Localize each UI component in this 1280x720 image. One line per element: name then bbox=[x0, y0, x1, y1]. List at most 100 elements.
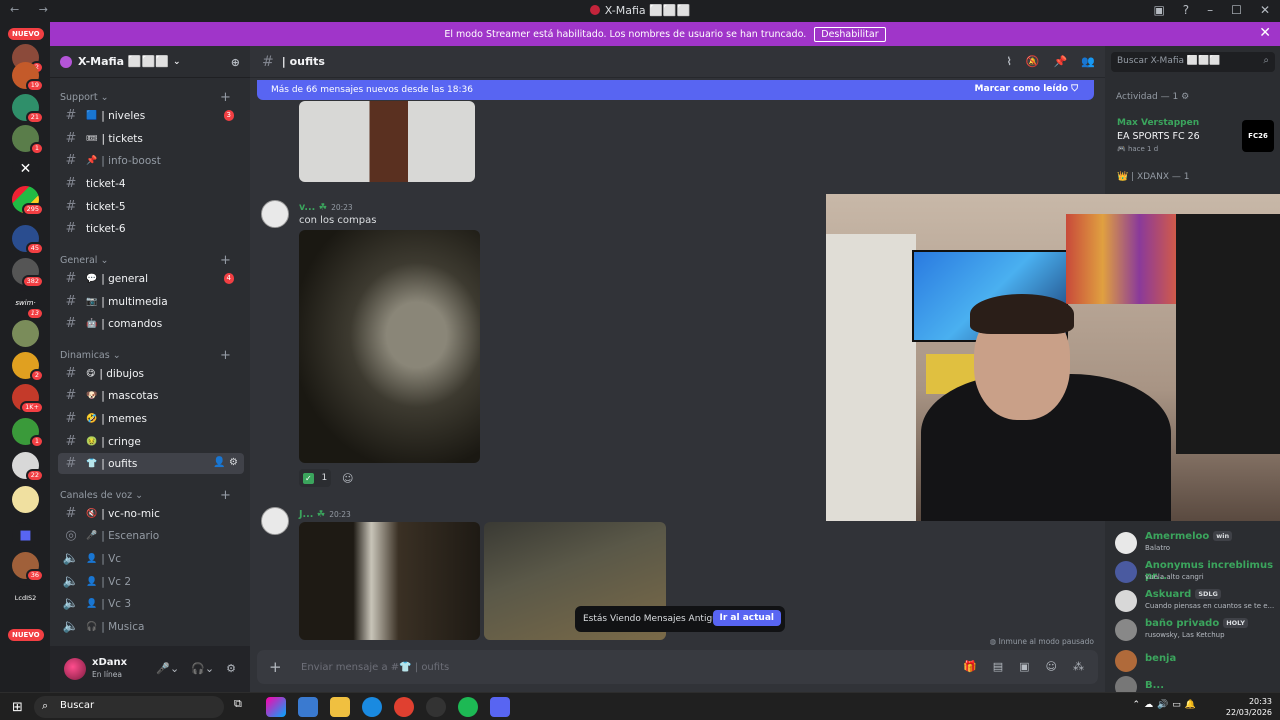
channel-dibujos[interactable]: # 😋 | dibujos bbox=[58, 363, 244, 384]
category-dinamicas[interactable]: Dinamicas ⌄ + bbox=[60, 348, 231, 363]
channel-memes[interactable]: # 🤣 | memes bbox=[58, 408, 244, 429]
channel-ticket-4[interactable]: # ticket-4 bbox=[58, 173, 244, 194]
server-icon[interactable]: swim· 13 bbox=[12, 290, 44, 320]
disable-streamer-button[interactable]: Deshabilitar bbox=[814, 26, 886, 42]
category-support[interactable]: Support ⌄ + bbox=[60, 90, 231, 105]
channel-niveles[interactable]: # 🟦 | niveles 3 bbox=[58, 105, 244, 126]
server-icon[interactable]: 2 bbox=[12, 352, 44, 382]
chrome-icon[interactable] bbox=[394, 697, 414, 717]
server-icon[interactable]: 22 bbox=[12, 452, 44, 482]
help-icon[interactable]: ? bbox=[1183, 3, 1189, 17]
channel-ticket-5[interactable]: # ticket-5 bbox=[58, 196, 244, 217]
channel-musica[interactable]: 🔈 🎧 | Musica bbox=[58, 616, 244, 637]
server-icon[interactable]: 45 bbox=[12, 225, 44, 255]
add-channel-icon[interactable]: + bbox=[220, 488, 231, 503]
channel-vc-3[interactable]: 🔈 👤 | Vc 3 bbox=[58, 593, 244, 614]
channel-comandos[interactable]: # 🤖 | comandos bbox=[58, 313, 244, 334]
channel-oufits[interactable]: # 👕 | oufits 👤 ⚙ bbox=[58, 453, 244, 474]
server-header[interactable]: X-Mafia ⬜⬜⬜ ⌄ ⊕ bbox=[50, 46, 250, 78]
channel-multimedia[interactable]: # 📷 | multimedia bbox=[58, 291, 244, 312]
task-view-icon[interactable]: ⧉ bbox=[234, 697, 254, 717]
channel-info-boost[interactable]: # 📌 | info-boost bbox=[58, 150, 244, 171]
taskbar-search[interactable]: ⌕ Buscar bbox=[34, 696, 224, 718]
threads-icon[interactable]: ⌇ bbox=[1007, 55, 1012, 68]
system-tray[interactable]: ⌃☁🔊▭🔔 bbox=[1133, 700, 1200, 710]
maximize-button[interactable]: ☐ bbox=[1231, 3, 1242, 17]
store-icon[interactable] bbox=[298, 697, 318, 717]
file-explorer-icon[interactable] bbox=[330, 697, 350, 717]
microphone-icon[interactable]: 🎤⌄ bbox=[156, 662, 179, 675]
activity-card[interactable]: Max Verstappen EA SPORTS FC 26 🎮 hace 1 … bbox=[1111, 114, 1276, 158]
jump-to-present-button[interactable]: Ir al actual bbox=[712, 610, 781, 626]
message-input[interactable]: + Enviar mensaje a #👕 | oufits 🎁 ▤ ▣ ☺ ⁂ bbox=[257, 650, 1098, 684]
gift-icon[interactable]: 🎁 bbox=[963, 660, 977, 673]
server-icon[interactable]: 382 bbox=[12, 258, 44, 288]
server-icon[interactable]: 1 bbox=[12, 125, 44, 155]
user-info[interactable]: xDanx En línea bbox=[92, 657, 127, 681]
avatar[interactable] bbox=[64, 658, 86, 680]
server-icon[interactable]: 19 bbox=[12, 62, 44, 92]
gear-icon[interactable]: ⚙ bbox=[229, 457, 238, 468]
gear-icon[interactable]: ⚙ bbox=[226, 662, 236, 675]
x-logo-icon[interactable]: ✕ bbox=[12, 156, 39, 183]
message-image[interactable] bbox=[299, 230, 480, 463]
member-item[interactable]: Anonymus increblimus pr... vuela alto ca… bbox=[1115, 559, 1280, 585]
add-reaction-icon[interactable]: ☺ bbox=[342, 472, 353, 485]
headset-icon[interactable]: 🎧⌄ bbox=[191, 662, 214, 675]
apps-icon[interactable]: ⁂ bbox=[1073, 660, 1084, 673]
add-channel-icon[interactable]: + bbox=[220, 253, 231, 268]
member-item[interactable]: Askuard SDLG Cuando piensas en cuantos se… bbox=[1115, 588, 1280, 614]
avatar[interactable] bbox=[261, 507, 289, 535]
mark-read-button[interactable]: Marcar como leído ⛉ bbox=[975, 84, 1078, 94]
new-messages-bar[interactable]: Más de 66 mensajes nuevos desde las 18:3… bbox=[257, 80, 1094, 100]
bell-muted-icon[interactable]: 🔕 bbox=[1026, 55, 1040, 68]
copilot-icon[interactable] bbox=[266, 697, 286, 717]
channel-tickets[interactable]: # 🎟 | tickets bbox=[58, 128, 244, 149]
emoji-icon[interactable]: ☺ bbox=[1046, 660, 1057, 673]
channel-vc[interactable]: 🔈 👤 | Vc bbox=[58, 548, 244, 569]
server-icon[interactable]: 21 bbox=[12, 94, 44, 124]
inbox-icon[interactable]: ▣ bbox=[1153, 3, 1164, 17]
discord-icon[interactable] bbox=[490, 697, 510, 717]
folder-icon[interactable]: ■ bbox=[12, 522, 39, 549]
member-item[interactable]: baño privado HOLY rusowsky, Las Ketchup bbox=[1115, 617, 1280, 643]
server-icon[interactable] bbox=[12, 486, 39, 513]
channel-ticket-6[interactable]: # ticket-6 bbox=[58, 218, 244, 239]
search-input[interactable]: Buscar X-Mafia ⬜⬜⬜ ⌕ bbox=[1111, 52, 1275, 72]
close-icon[interactable]: ✕ bbox=[1259, 25, 1271, 41]
channel-vc-no-mic[interactable]: # 🔇 | vc-no-mic bbox=[58, 503, 244, 524]
sticker-icon[interactable]: ▣ bbox=[1019, 660, 1029, 673]
message-author[interactable]: J... ☘ 20:23 bbox=[299, 509, 351, 520]
spotify-icon[interactable] bbox=[458, 697, 478, 717]
clock[interactable]: 20:33 22/03/2026 bbox=[1226, 696, 1272, 718]
add-channel-icon[interactable]: + bbox=[220, 90, 231, 105]
category-voz[interactable]: Canales de voz ⌄ + bbox=[60, 488, 231, 503]
avatar[interactable] bbox=[261, 200, 289, 228]
edge-icon[interactable] bbox=[362, 697, 382, 717]
server-icon[interactable] bbox=[12, 320, 39, 347]
pin-icon[interactable]: 📌 bbox=[1054, 55, 1068, 68]
server-icon[interactable]: 1K+ bbox=[12, 384, 44, 414]
channel-mascotas[interactable]: # 🐶 | mascotas bbox=[58, 385, 244, 406]
windows-start-icon[interactable]: ⊞ bbox=[12, 700, 23, 715]
server-icon[interactable]: LcdIS2 bbox=[12, 585, 39, 612]
server-icon[interactable]: 1 bbox=[12, 418, 44, 448]
member-item[interactable]: benja bbox=[1115, 648, 1280, 674]
members-icon[interactable]: 👥 bbox=[1081, 55, 1095, 68]
message-image[interactable] bbox=[299, 522, 480, 640]
server-icon[interactable]: 36 bbox=[12, 552, 44, 582]
invite-icon[interactable]: ⊕ bbox=[231, 56, 240, 69]
message-author[interactable]: v... ☘ 20:23 bbox=[299, 202, 353, 213]
gif-icon[interactable]: ▤ bbox=[993, 660, 1003, 673]
close-button[interactable]: ✕ bbox=[1260, 3, 1270, 17]
add-channel-icon[interactable]: + bbox=[220, 348, 231, 363]
server-icon[interactable]: 295 bbox=[12, 186, 44, 216]
channel-vc-2[interactable]: 🔈 👤 | Vc 2 bbox=[58, 571, 244, 592]
obs-icon[interactable] bbox=[426, 697, 446, 717]
gear-icon[interactable]: ⚙ bbox=[1181, 92, 1189, 102]
member-item[interactable]: Amermeloo win Balatro bbox=[1115, 530, 1280, 556]
reaction[interactable]: ✓ 1 bbox=[299, 469, 331, 487]
channel-cringe[interactable]: # 🤢 | cringe bbox=[58, 431, 244, 452]
add-attachment-icon[interactable]: + bbox=[269, 658, 282, 676]
message-image[interactable] bbox=[299, 101, 475, 182]
